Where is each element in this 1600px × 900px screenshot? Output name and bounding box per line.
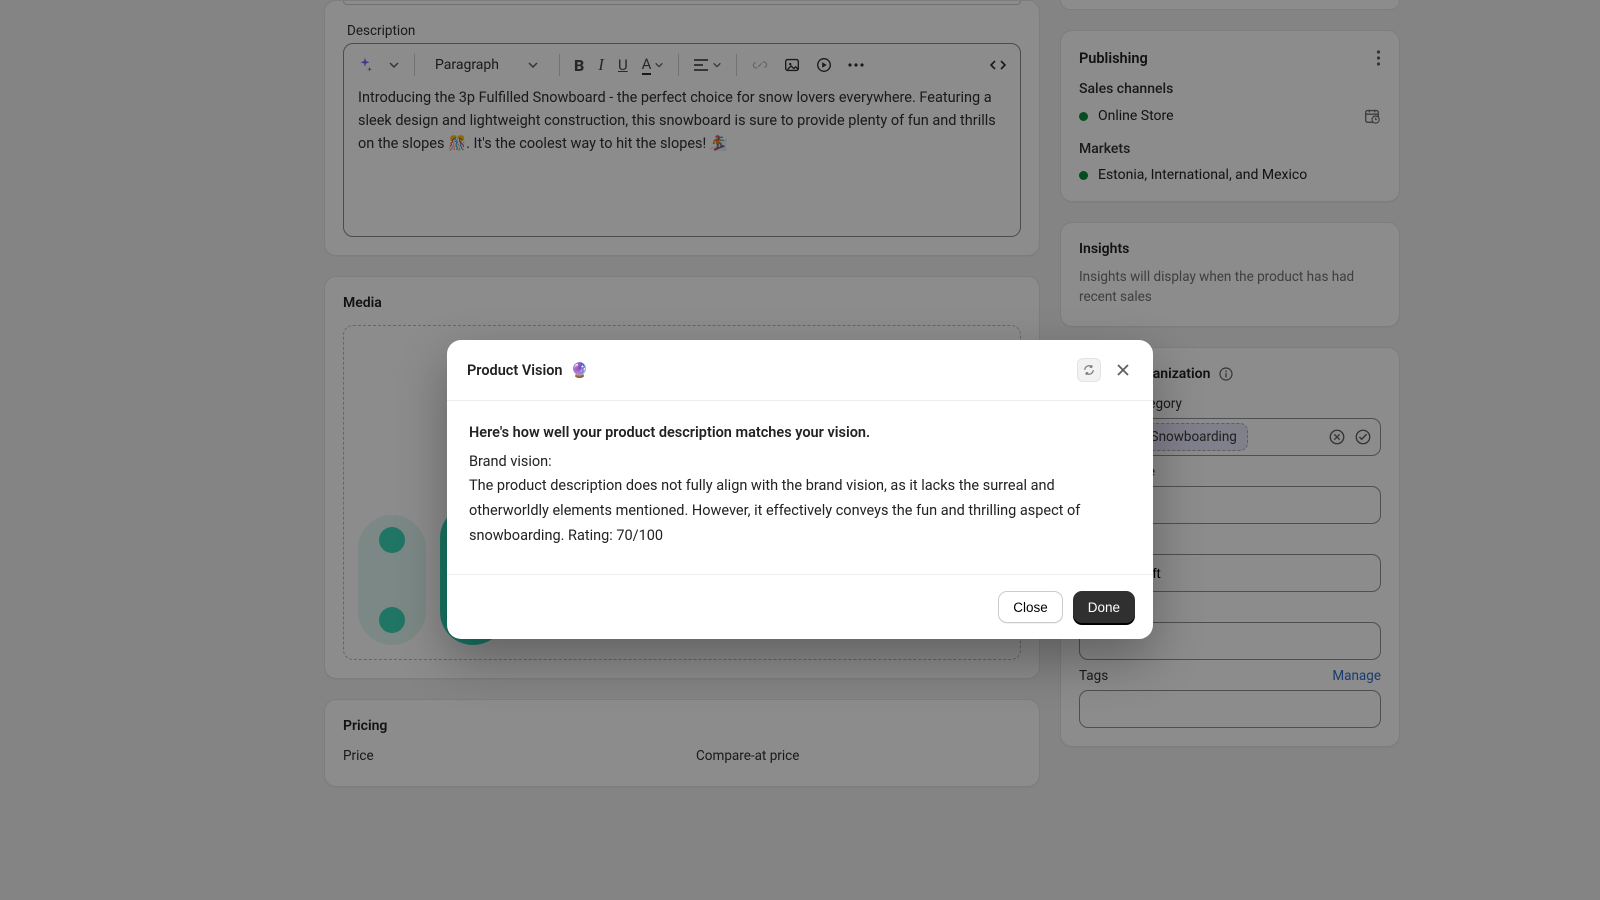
modal-title: Product Vision [467,362,563,379]
crystal-ball-icon: 🔮 [571,362,589,379]
modal-body-text: The product description does not fully a… [469,474,1131,548]
close-button[interactable]: Close [998,591,1063,623]
done-button[interactable]: Done [1073,591,1135,623]
product-vision-modal: Product Vision 🔮 Here's how well your pr… [447,340,1153,639]
modal-overlay[interactable]: Product Vision 🔮 Here's how well your pr… [0,0,1600,900]
modal-vision-label: Brand vision: [469,450,1131,475]
modal-lead: Here's how well your product description… [469,421,1131,446]
close-icon[interactable] [1111,358,1135,382]
refresh-icon[interactable] [1077,358,1101,382]
